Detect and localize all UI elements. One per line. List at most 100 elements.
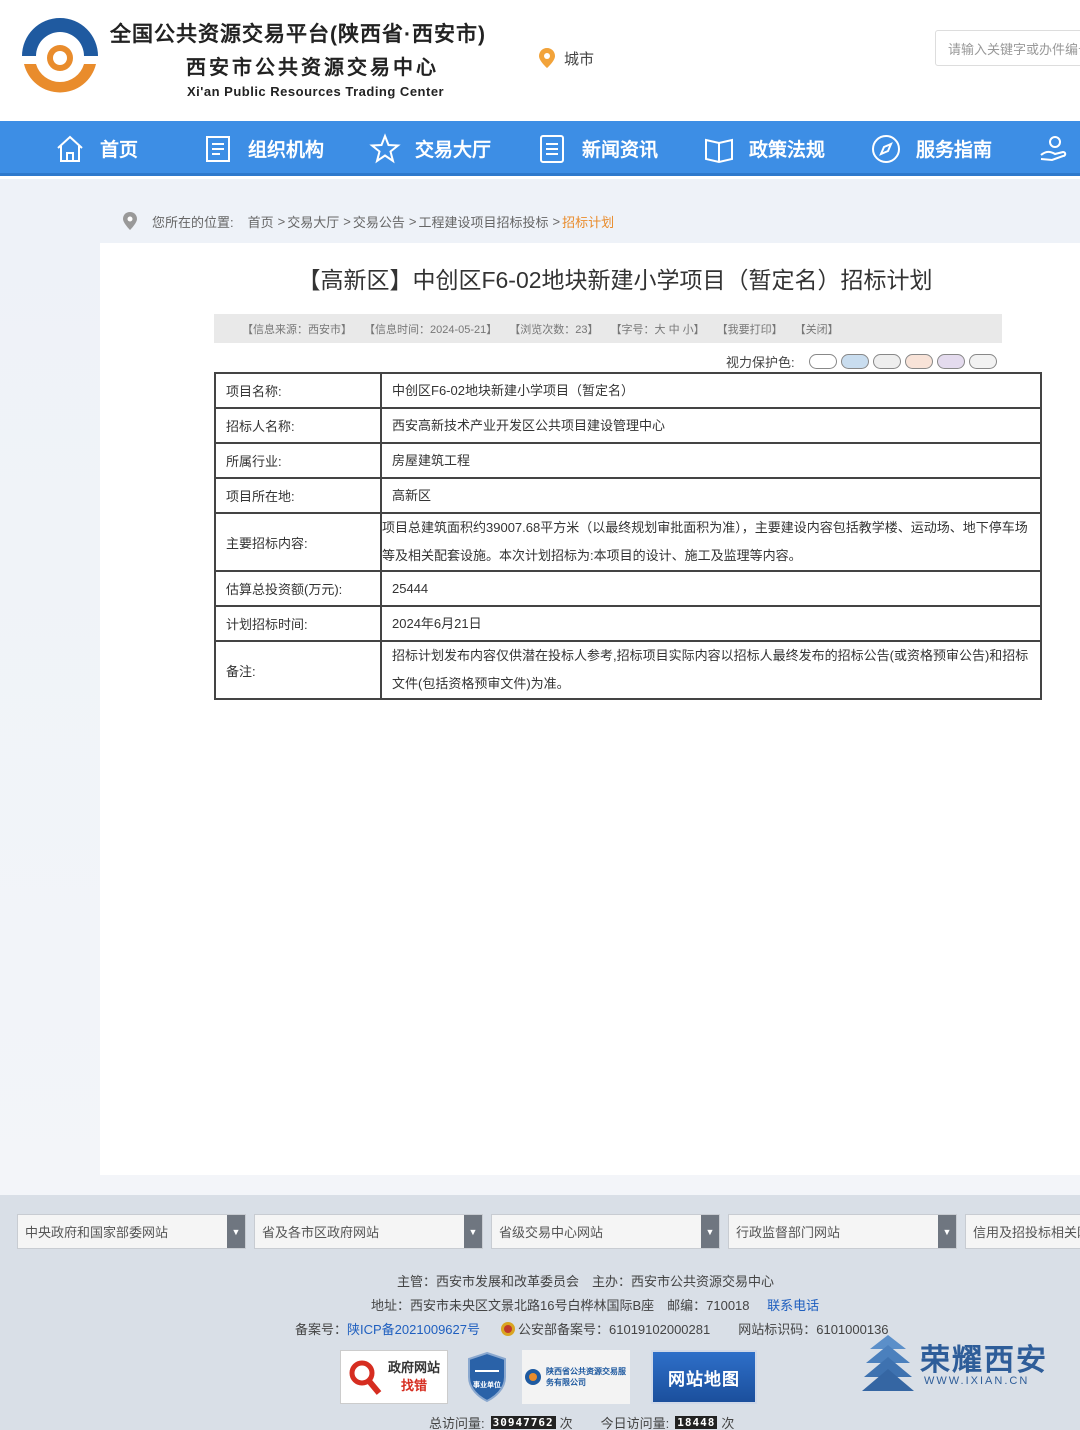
row-value: 项目总建筑面积约39007.68平方米（以最终规划审批面积为准），主要建设内容包…: [380, 512, 1042, 572]
nav-label: 新闻资讯: [582, 140, 659, 161]
vision-color-swatch[interactable]: [936, 354, 965, 369]
row-value: 房屋建筑工程: [380, 442, 1042, 479]
info-source: 【信息来源：西安市】: [242, 323, 352, 336]
brand-name: 荣耀西安: [920, 1343, 1048, 1378]
breadcrumb-link-trading-hall[interactable]: 交易大厅: [287, 212, 339, 231]
contact-phone-link[interactable]: 联系电话: [767, 1298, 819, 1313]
row-value: 中创区F6-02地块新建小学项目（暂定名）: [380, 372, 1042, 409]
logo-icon[interactable]: [14, 12, 106, 100]
icp-prefix: 备案号：: [295, 1322, 348, 1337]
vision-color-swatch[interactable]: [840, 354, 869, 369]
select-central-gov-sites[interactable]: 中央政府和国家部委网站 ▼: [17, 1214, 246, 1249]
nav-item-policy[interactable]: 政策法规: [703, 121, 825, 176]
row-value: 2024年6月21日: [380, 605, 1042, 642]
select-label: 中央政府和国家部委网站: [25, 1225, 169, 1240]
select-provincial-trading-sites[interactable]: 省级交易中心网站 ▼: [491, 1214, 720, 1249]
row-value: 高新区: [380, 477, 1042, 514]
font-size-control[interactable]: 【字号：大 中 小】: [611, 321, 705, 337]
logo-title-english: Xi'an Public Resources Trading Center: [187, 84, 445, 99]
search-input[interactable]: 请输入关键字或办件编号: [935, 30, 1080, 66]
nav-item-more[interactable]: [1038, 121, 1070, 176]
shaanxi-trading-company-badge[interactable]: 陕西省公共资源交易服务有限公司: [522, 1350, 630, 1404]
gov-site-error-report-badge[interactable]: 政府网站 找错: [340, 1350, 448, 1404]
book-icon: [703, 133, 735, 165]
article-info-bar: 【信息来源：西安市】 【信息时间：2024-05-21】 【浏览次数：23】 【…: [214, 314, 1002, 343]
footer-address: 地址：西安市未央区文景北路16号白桦林国际B座 邮编：710018: [371, 1298, 750, 1313]
page-title: 【高新区】中创区F6-02地块新建小学项目（暂定名）招标计划: [297, 267, 933, 293]
vision-color-options: [808, 354, 997, 369]
vision-label: 视力保护色:: [726, 355, 795, 370]
breadcrumb-separator: >: [343, 213, 351, 229]
select-province-gov-sites[interactable]: 省及各市区政府网站 ▼: [254, 1214, 483, 1249]
today-visits-value: 18448: [675, 1416, 718, 1429]
row-label: 项目所在地:: [214, 477, 382, 514]
hand-service-icon: [1038, 133, 1070, 165]
public-institution-badge[interactable]: 事业单位: [464, 1350, 510, 1404]
dropdown-arrow-icon: ▼: [701, 1215, 719, 1248]
row-value: 招标计划发布内容仅供潜在投标人参考,招标项目实际内容以招标人最终发布的招标公告(…: [380, 640, 1042, 700]
row-value: 西安高新技术产业开发区公共项目建设管理中心: [380, 407, 1042, 444]
shield-icon: [468, 1351, 506, 1403]
footer-address-line: 地址：西安市未央区文景北路16号白桦林国际B座 邮编：710018 联系电话: [371, 1295, 819, 1314]
select-supervision-sites[interactable]: 行政监督部门网站 ▼: [728, 1214, 957, 1249]
breadcrumb-link-announcements[interactable]: 交易公告: [353, 212, 405, 231]
table-row: 招标人名称: 西安高新技术产业开发区公共项目建设管理中心: [214, 407, 1042, 444]
magnifier-icon: [349, 1360, 382, 1395]
vision-color-swatch[interactable]: [808, 354, 837, 369]
nav-item-home[interactable]: 首页: [54, 121, 138, 176]
brand-url: WWW.IXIAN.CN: [924, 1375, 1030, 1387]
compass-icon: [870, 133, 902, 165]
table-row: 项目名称: 中创区F6-02地块新建小学项目（暂定名）: [214, 372, 1042, 409]
breadcrumb-current[interactable]: 招标计划: [562, 212, 614, 231]
table-row: 估算总投资额(万元): 25444: [214, 570, 1042, 607]
visit-counters: 总访问量: 30947762 次 今日访问量: 18448 次: [429, 1413, 734, 1430]
location-pin-icon: [123, 212, 137, 230]
vision-protection-color: 视力保护色:: [726, 352, 997, 371]
today-visits-label: 今日访问量:: [600, 1416, 670, 1430]
select-label: 信用及招投标相关网站: [973, 1225, 1080, 1240]
location-pin-icon: [539, 48, 555, 68]
print-link[interactable]: 【我要打印】: [717, 321, 783, 337]
star-icon: [369, 132, 401, 165]
footer-registration-line: 备案号： 陕ICP备2021009627号 公安部备案号：61019102000…: [295, 1319, 889, 1338]
site-logo-text: 全国公共资源交易平台(陕西省·西安市) 西安市公共资源交易中心 Xi'an Pu…: [110, 18, 510, 99]
table-row: 主要招标内容: 项目总建筑面积约39007.68平方米（以最终规划审批面积为准）…: [214, 512, 1042, 572]
breadcrumb-separator: >: [277, 213, 286, 229]
badge-company-label: 陕西省公共资源交易服务有限公司: [546, 1367, 626, 1387]
select-credit-bidding-sites[interactable]: 信用及招投标相关网站: [965, 1214, 1080, 1249]
vision-color-swatch[interactable]: [968, 354, 997, 369]
dropdown-arrow-icon: ▼: [938, 1215, 956, 1248]
vision-color-swatch[interactable]: [872, 354, 901, 369]
vision-color-swatch[interactable]: [904, 354, 933, 369]
document-icon: [202, 133, 234, 165]
breadcrumb-link-construction-bidding[interactable]: 工程建设项目招标投标: [418, 212, 548, 231]
row-label: 计划招标时间:: [214, 605, 382, 642]
select-label: 省及各市区政府网站: [262, 1225, 380, 1240]
breadcrumb-link-home[interactable]: 首页: [248, 212, 274, 231]
ixian-brand-logo[interactable]: 荣耀西安 WWW.IXIAN.CN: [862, 1333, 1052, 1395]
table-row: 备注: 招标计划发布内容仅供潜在投标人参考,招标项目实际内容以招标人最终发布的招…: [214, 640, 1042, 700]
footer-sponsor-line: 主管：西安市发展和改革委员会 主办：西安市公共资源交易中心: [397, 1274, 775, 1289]
icp-link[interactable]: 陕ICP备2021009627号: [347, 1319, 480, 1338]
city-selector[interactable]: 城市: [538, 47, 594, 69]
row-label: 项目名称:: [214, 372, 382, 409]
row-value: 25444: [380, 570, 1042, 607]
main-nav: 首页 组织机构 交易大厅 新闻资讯 政策法规 服务指南: [0, 121, 1080, 176]
nav-item-news[interactable]: 新闻资讯: [536, 121, 658, 176]
nav-item-organization[interactable]: 组织机构: [202, 121, 324, 176]
nav-label: 首页: [100, 140, 139, 161]
today-visits-unit: 次: [721, 1416, 735, 1430]
row-label: 招标人名称:: [214, 407, 382, 444]
row-label: 估算总投资额(万元):: [214, 570, 382, 607]
nav-item-service-guide[interactable]: 服务指南: [870, 121, 992, 176]
badge-gov-bottom: 找错: [400, 1378, 427, 1393]
row-label: 主要招标内容:: [214, 512, 382, 572]
badge-shield-label: 事业单位: [473, 1382, 501, 1389]
breadcrumb-separator: >: [408, 213, 417, 229]
sitemap-badge[interactable]: 网站地图: [651, 1350, 757, 1404]
close-link[interactable]: 【关闭】: [795, 321, 839, 337]
dropdown-arrow-icon: ▼: [227, 1215, 245, 1248]
police-record[interactable]: 公安部备案号：61019102000281: [518, 1319, 710, 1338]
table-row: 所属行业: 房屋建筑工程: [214, 442, 1042, 479]
nav-item-trading-hall[interactable]: 交易大厅: [369, 121, 491, 176]
